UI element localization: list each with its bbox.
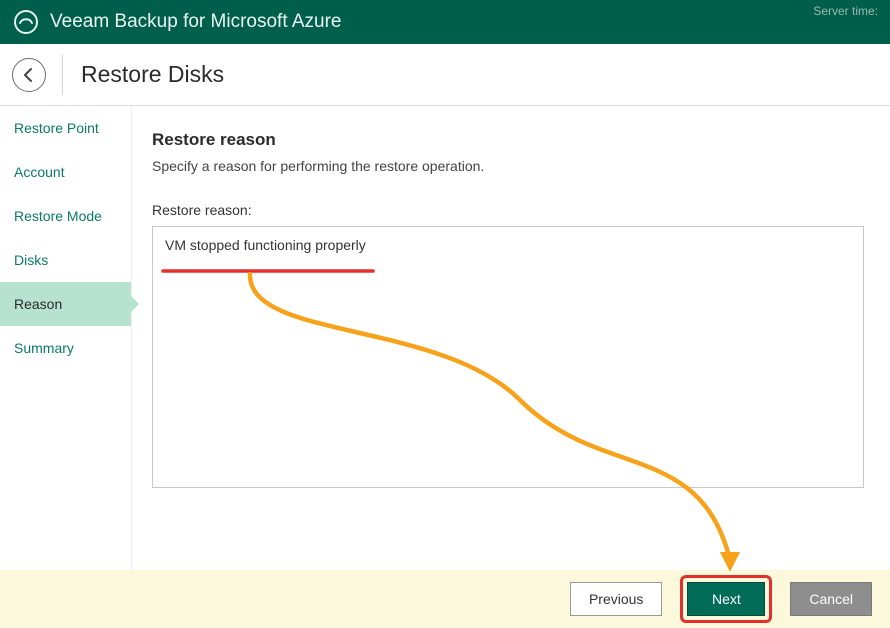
wizard-body: Restore Point Account Restore Mode Disks… — [0, 106, 890, 570]
next-button-highlight: Next — [680, 575, 772, 623]
top-bar: Veeam Backup for Microsoft Azure Server … — [0, 0, 890, 44]
sidebar-item-label: Disks — [14, 252, 48, 268]
back-button[interactable] — [12, 58, 46, 92]
header-divider — [62, 55, 63, 95]
sidebar-item-restore-point[interactable]: Restore Point — [0, 106, 131, 150]
sidebar-item-label: Summary — [14, 340, 74, 356]
wizard-content: Restore reason Specify a reason for perf… — [132, 106, 890, 570]
previous-button[interactable]: Previous — [570, 582, 662, 616]
sidebar-item-label: Restore Mode — [14, 208, 102, 224]
server-time-label: Server time: — [813, 4, 878, 18]
reason-input[interactable] — [152, 226, 864, 488]
sidebar-item-reason[interactable]: Reason — [0, 282, 131, 326]
cancel-button[interactable]: Cancel — [790, 582, 872, 616]
wizard-footer: Previous Next Cancel — [0, 570, 890, 628]
sidebar-item-label: Restore Point — [14, 120, 99, 136]
sidebar-item-restore-mode[interactable]: Restore Mode — [0, 194, 131, 238]
page-title: Restore Disks — [81, 61, 224, 88]
sidebar-item-disks[interactable]: Disks — [0, 238, 131, 282]
sub-header: Restore Disks — [0, 44, 890, 106]
sidebar-item-summary[interactable]: Summary — [0, 326, 131, 370]
sidebar-item-label: Reason — [14, 296, 62, 312]
next-button[interactable]: Next — [687, 582, 765, 616]
sidebar-item-label: Account — [14, 164, 65, 180]
app-logo-icon — [12, 8, 40, 36]
app-title: Veeam Backup for Microsoft Azure — [50, 11, 341, 33]
step-description: Specify a reason for performing the rest… — [152, 158, 866, 174]
step-heading: Restore reason — [152, 130, 866, 150]
sidebar-item-account[interactable]: Account — [0, 150, 131, 194]
arrow-left-icon — [21, 67, 37, 83]
reason-field-label: Restore reason: — [152, 202, 866, 218]
wizard-sidebar: Restore Point Account Restore Mode Disks… — [0, 106, 132, 570]
